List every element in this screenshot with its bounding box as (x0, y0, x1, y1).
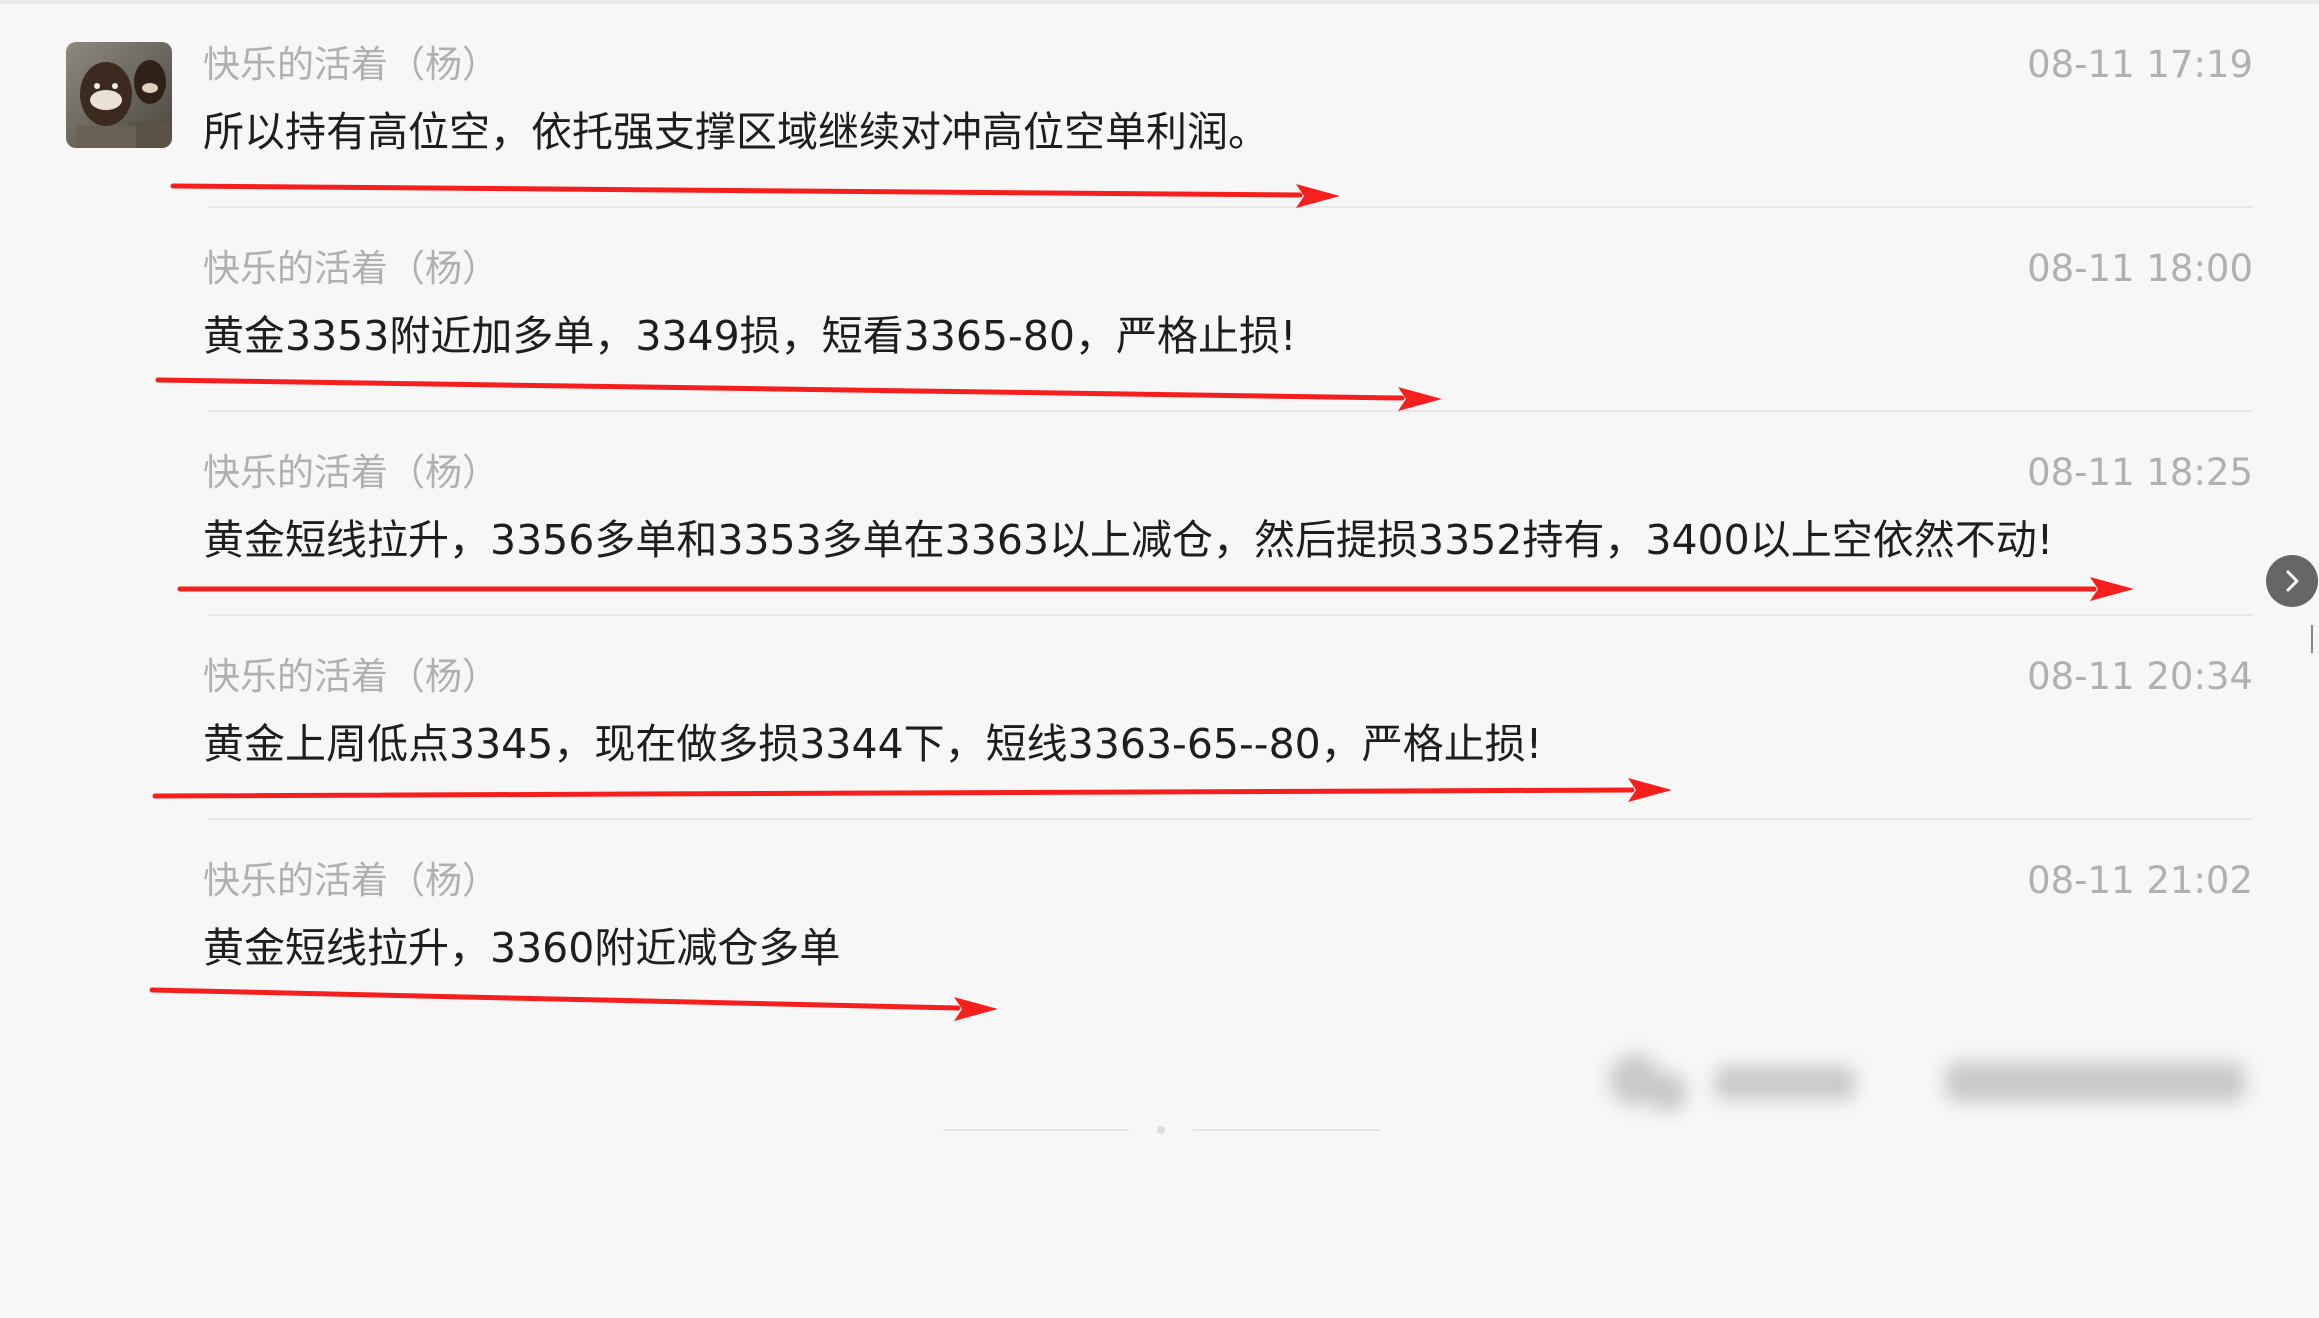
red-arrow-icon (155, 377, 1442, 411)
red-arrow-icon (152, 778, 1672, 802)
chevron-right-icon (2286, 570, 2299, 592)
blurred-watermark (1575, 1030, 2275, 1140)
next-button[interactable] (2266, 555, 2318, 607)
edge-scroll-marker (2308, 625, 2316, 653)
red-arrow-icon (149, 987, 998, 1021)
blurred-watermark-icon (1609, 1054, 2245, 1112)
chat-history-page: 快乐的活着（杨） 08-11 17:19 所以持有高位空，依托强支撑区域继续对冲… (0, 0, 2319, 1318)
bottom-divider-ornament (943, 1126, 1379, 1134)
red-arrow-icon (170, 183, 1340, 208)
red-arrow-icon (177, 577, 2134, 601)
